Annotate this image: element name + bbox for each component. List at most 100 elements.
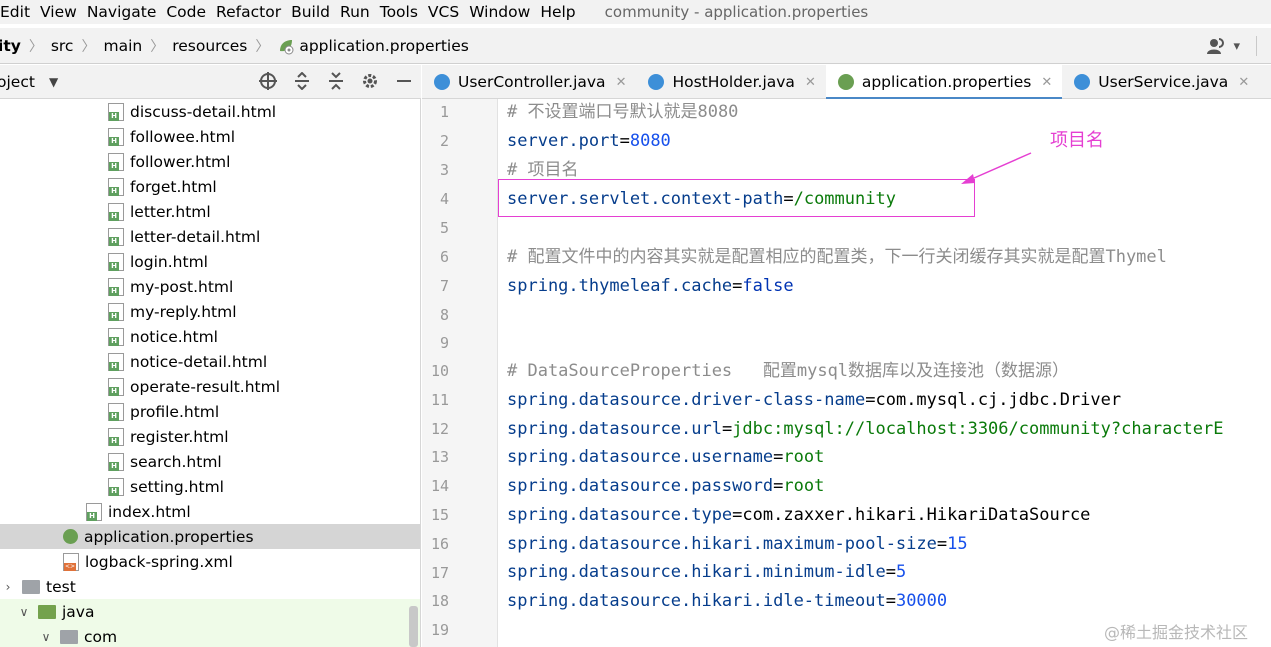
menu-navigate[interactable]: Navigate	[82, 3, 162, 21]
line-number: 14	[430, 477, 449, 495]
code-line: spring.datasource.hikari.minimum-idle=5	[507, 559, 906, 585]
tree-item[interactable]: register.html	[0, 424, 420, 449]
user-icon[interactable]	[1207, 37, 1227, 55]
breadcrumb-resources[interactable]: resources	[172, 37, 247, 55]
tree-item[interactable]: login.html	[0, 249, 420, 274]
tree-item[interactable]: profile.html	[0, 399, 420, 424]
tree-item[interactable]: setting.html	[0, 474, 420, 499]
menu-help[interactable]: Help	[535, 3, 580, 21]
tree-item[interactable]: logback-spring.xml	[0, 549, 420, 574]
tree-item[interactable]: letter.html	[0, 199, 420, 224]
breadcrumb-src[interactable]: src	[51, 37, 74, 55]
breadcrumb-main[interactable]: main	[103, 37, 142, 55]
crosshair-icon[interactable]	[259, 72, 277, 90]
tree-item[interactable]: index.html	[0, 499, 420, 524]
html-file-icon	[108, 477, 124, 496]
tree-item-label: notice.html	[130, 327, 218, 346]
menu-refactor[interactable]: Refactor	[211, 3, 286, 21]
tree-item[interactable]: my-post.html	[0, 274, 420, 299]
line-number: 2	[439, 132, 449, 150]
tree-item-label: profile.html	[130, 402, 220, 421]
menu-tools[interactable]: Tools	[375, 3, 423, 21]
html-file-icon	[108, 327, 124, 346]
property-key: spring.datasource.hikari.idle-timeout	[507, 591, 886, 611]
property-key: spring.thymeleaf.cache	[507, 276, 733, 296]
tree-item[interactable]: forget.html	[0, 174, 420, 199]
tree-item-selected[interactable]: application.properties	[0, 524, 420, 549]
code-comment: # DataSourceProperties 配置mysql数据库以及连接池（数…	[507, 361, 1070, 381]
property-value: root	[783, 476, 825, 496]
project-panel-title[interactable]: oject	[0, 73, 35, 91]
tree-item[interactable]: my-reply.html	[0, 299, 420, 324]
collapse-all-icon[interactable]	[327, 72, 345, 90]
tab-setting[interactable]: set	[1259, 65, 1271, 99]
menu-bar: Edit View Navigate Code Refactor Build R…	[0, 0, 1271, 24]
code-line: spring.datasource.type=com.zaxxer.hikari…	[507, 502, 1090, 528]
chevron-down-icon[interactable]: ∨	[16, 605, 32, 619]
chevron-down-icon[interactable]: ▼	[49, 75, 58, 89]
close-icon[interactable]: ✕	[805, 75, 816, 90]
divider	[1256, 36, 1257, 56]
tree-item[interactable]: notice-detail.html	[0, 349, 420, 374]
code-line: spring.datasource.driver-class-name=com.…	[507, 387, 1121, 413]
breadcrumb-file[interactable]: application.properties	[277, 37, 469, 55]
code-line: spring.datasource.hikari.maximum-pool-si…	[507, 531, 968, 557]
html-file-icon	[108, 402, 124, 421]
tab-label: HostHolder.java	[672, 73, 795, 91]
tree-item[interactable]: letter-detail.html	[0, 224, 420, 249]
html-file-icon	[108, 227, 124, 246]
html-file-icon	[108, 352, 124, 371]
tree-item[interactable]: notice.html	[0, 324, 420, 349]
close-icon[interactable]: ✕	[1238, 75, 1249, 90]
close-icon[interactable]: ✕	[616, 75, 627, 90]
tab-label: UserController.java	[458, 73, 606, 91]
line-number: 4	[439, 190, 449, 208]
tree-item[interactable]: discuss-detail.html	[0, 99, 420, 124]
equals-sign: =	[936, 534, 948, 554]
tree-item-label: operate-result.html	[130, 377, 281, 396]
code-line: server.port=8080	[507, 128, 671, 154]
tab-usercontroller[interactable]: UserController.java ✕	[422, 65, 636, 99]
expand-all-icon[interactable]	[293, 72, 311, 90]
tree-item[interactable]: follower.html	[0, 149, 420, 174]
menu-code[interactable]: Code	[161, 3, 211, 21]
html-file-icon	[108, 102, 124, 121]
breadcrumb-project[interactable]: ity	[0, 37, 21, 55]
line-number: 13	[430, 448, 449, 466]
menu-build[interactable]: Build	[286, 3, 335, 21]
chevron-down-icon[interactable]: ∨	[38, 630, 54, 644]
menu-vcs[interactable]: VCS	[423, 3, 464, 21]
code-line: spring.datasource.username=root	[507, 444, 824, 470]
tab-userservice[interactable]: UserService.java ✕	[1062, 65, 1259, 99]
equals-sign: =	[773, 447, 784, 467]
equals-sign: =	[885, 591, 896, 611]
equals-sign: =	[732, 505, 743, 525]
tree-item[interactable]: ∨ com	[0, 624, 420, 647]
chevron-right-icon[interactable]: ›	[0, 580, 16, 594]
menu-view[interactable]: View	[35, 3, 82, 21]
project-panel-header: oject ▼	[0, 65, 421, 99]
tab-application-properties[interactable]: application.properties ✕	[825, 65, 1063, 100]
tree-item[interactable]: search.html	[0, 449, 420, 474]
menu-run[interactable]: Run	[335, 3, 375, 21]
menu-edit[interactable]: Edit	[0, 3, 35, 21]
chevron-down-icon[interactable]: ▾	[1233, 39, 1240, 54]
gear-icon[interactable]	[361, 72, 379, 90]
tree-item[interactable]: › test	[0, 574, 420, 599]
property-value: root	[783, 447, 825, 467]
menu-window[interactable]: Window	[464, 3, 535, 21]
equals-sign: =	[619, 131, 630, 151]
line-number: 15	[430, 506, 449, 524]
folder-icon	[22, 579, 40, 594]
tree-item[interactable]: ∨ java	[0, 599, 420, 624]
html-file-icon	[86, 502, 102, 521]
tree-item[interactable]: operate-result.html	[0, 374, 420, 399]
minimize-icon[interactable]	[395, 72, 413, 90]
tab-hostholder[interactable]: HostHolder.java ✕	[636, 65, 825, 99]
property-value: com.mysql.cj.jdbc.Driver	[875, 390, 1122, 410]
close-icon[interactable]: ✕	[1041, 75, 1052, 90]
tree-item-label: search.html	[130, 452, 222, 471]
tree-item[interactable]: followee.html	[0, 124, 420, 149]
tree-item-label: setting.html	[130, 477, 224, 496]
code-line: spring.thymeleaf.cache=false	[507, 273, 794, 299]
